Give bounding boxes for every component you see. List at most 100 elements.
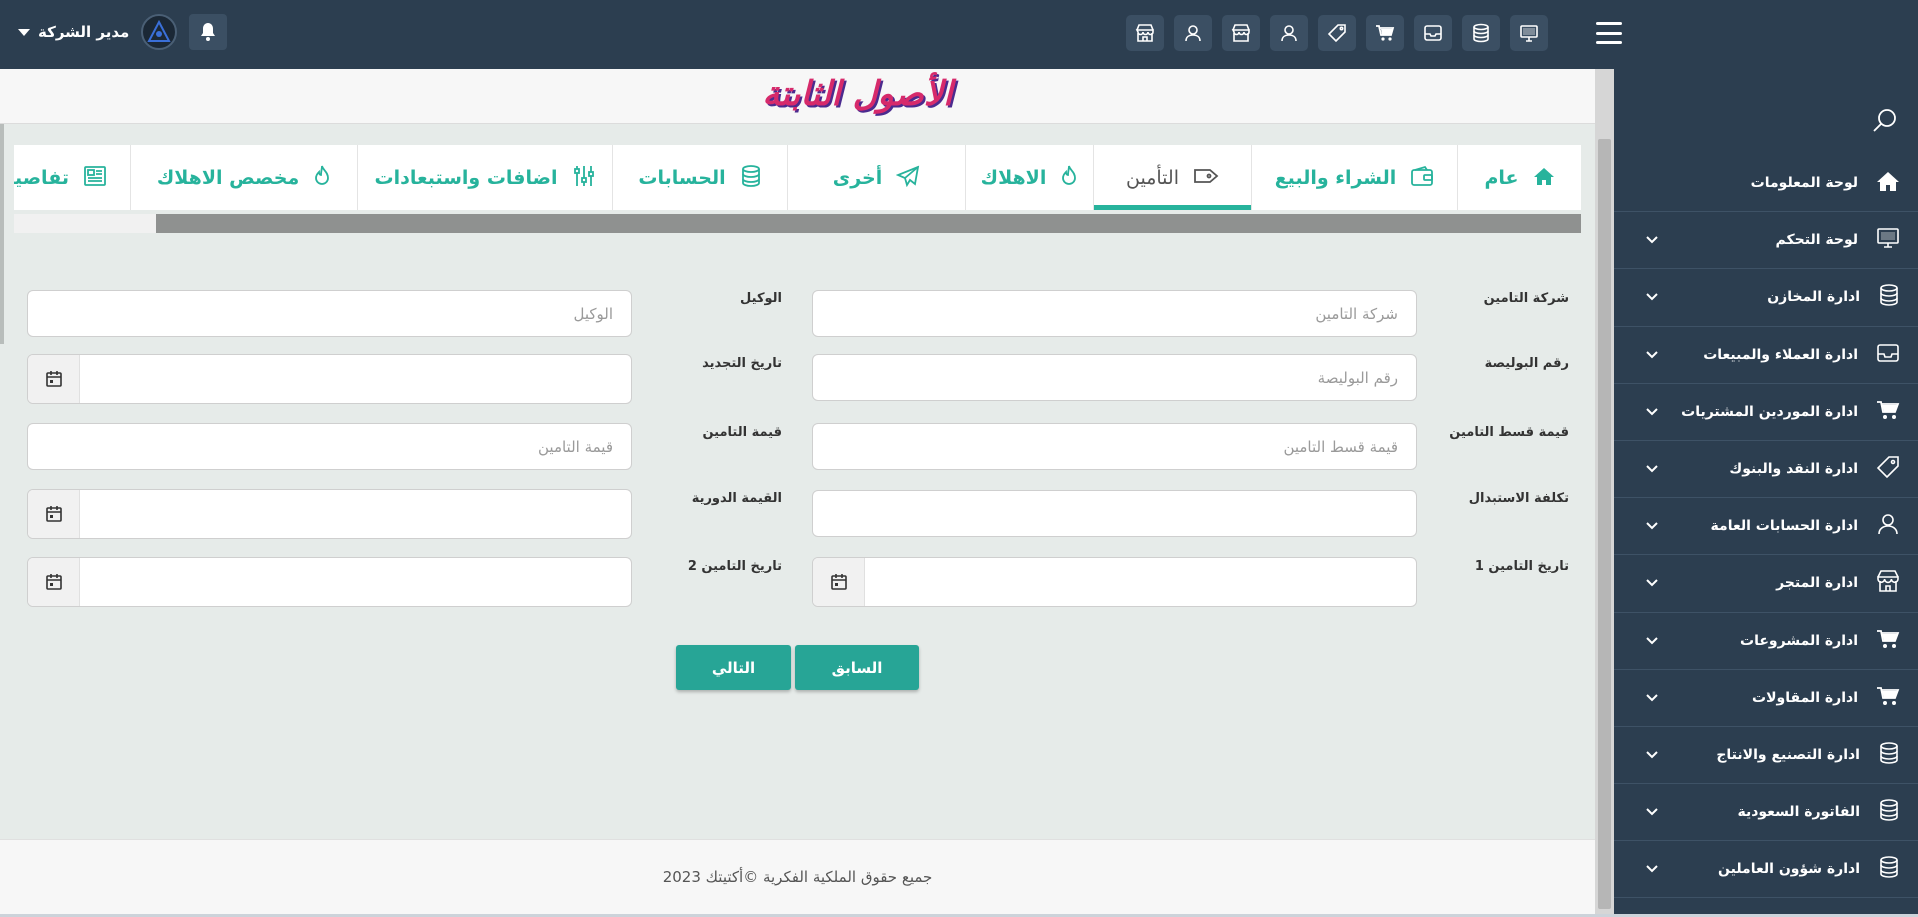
- content-scrollbar-thumb[interactable]: [1598, 139, 1611, 909]
- search-icon[interactable]: [1872, 107, 1898, 137]
- monitor-icon: [1876, 227, 1900, 253]
- content-scrollbar[interactable]: [1595, 69, 1614, 917]
- replacement-cost-input[interactable]: [812, 490, 1417, 537]
- monitor-icon[interactable]: [1510, 15, 1548, 51]
- sidebar: لوحة المعلومات لوحة التحكم ادارة المخازن…: [1614, 69, 1918, 917]
- database-icon: [1878, 855, 1900, 883]
- calendar-icon[interactable]: [28, 558, 80, 606]
- sidebar-item-label: ادارة الموردين المشتريات: [1681, 403, 1858, 420]
- tabs-scrollbar-thumb[interactable]: [156, 214, 1581, 233]
- sidebar-item-contracting[interactable]: ادارة المقاولات: [1614, 670, 1918, 727]
- tab-depreciation[interactable]: الاهلاك: [965, 145, 1093, 210]
- store-icon: [1876, 569, 1900, 597]
- next-button[interactable]: التالي: [676, 645, 791, 690]
- chevron-down-icon: [1644, 465, 1660, 473]
- user-menu[interactable]: مدير الشركة: [18, 23, 129, 41]
- renewal-date-input[interactable]: [80, 355, 631, 402]
- tag-icon: [1876, 455, 1900, 483]
- sidebar-item-general-accounts[interactable]: ادارة الحسابات العامة: [1614, 498, 1918, 556]
- renewal-date-field: [27, 354, 632, 404]
- insurance-company-input[interactable]: [812, 290, 1417, 337]
- tab-label: الحسابات: [638, 166, 726, 189]
- inbox-icon: [1876, 342, 1900, 368]
- chevron-down-icon: [1644, 579, 1660, 587]
- tab-other[interactable]: أخرى: [787, 145, 965, 210]
- home-icon: [1876, 170, 1900, 196]
- tab-insurance[interactable]: التأمين: [1093, 145, 1251, 210]
- sidebar-item-customers-sales[interactable]: ادارة العملاء والمبيعات: [1614, 327, 1918, 384]
- user-icon[interactable]: [1174, 15, 1212, 51]
- sidebar-item-store[interactable]: ادارة المتجر: [1614, 555, 1918, 613]
- inbox-icon[interactable]: [1414, 15, 1452, 51]
- cart-icon: [1876, 685, 1900, 711]
- cart-icon: [1876, 628, 1900, 654]
- insurance-value-label: قيمة التامين: [702, 425, 782, 440]
- send-icon: [895, 165, 920, 191]
- premium-value-input[interactable]: [812, 423, 1417, 470]
- tab-label: مخصص الاهلاك: [156, 166, 300, 189]
- chevron-down-icon: [1644, 865, 1660, 873]
- tab-accounts[interactable]: الحسابات: [612, 145, 787, 210]
- agent-input[interactable]: [27, 290, 632, 337]
- sidebar-item-label: لوحة التحكم: [1775, 232, 1858, 249]
- tab-label: اضافات واستبعادات: [374, 166, 558, 189]
- avatar[interactable]: [141, 14, 178, 50]
- sidebar-item-projects[interactable]: ادارة المشروعات: [1614, 613, 1918, 670]
- sidebar-item-label: ادارة النقد والبنوك: [1729, 461, 1858, 478]
- notifications-bell-icon[interactable]: [189, 14, 228, 50]
- tab-details[interactable]: تفاصيل: [14, 145, 130, 210]
- hamburger-menu-icon[interactable]: [1596, 22, 1622, 44]
- sidebar-item-hr[interactable]: ادارة شؤون العاملين: [1614, 841, 1918, 899]
- tab-depreciation-provision[interactable]: مخصص الاهلاك: [130, 145, 357, 210]
- store-icon[interactable]: [1126, 15, 1164, 51]
- cart-icon[interactable]: [1366, 15, 1404, 51]
- periodic-value-input[interactable]: [80, 490, 631, 537]
- user-icon[interactable]: [1270, 15, 1308, 51]
- tabs-scrollbar[interactable]: [14, 214, 1581, 233]
- chevron-down-icon: [1644, 236, 1660, 244]
- periodic-value-field: [27, 489, 632, 539]
- database-icon: [1878, 798, 1900, 826]
- database-icon: [1878, 283, 1900, 311]
- sidebar-item-label: ادارة العملاء والمبيعات: [1703, 346, 1858, 363]
- left-edge-handle: [0, 124, 4, 344]
- sidebar-item-saudi-invoice[interactable]: الفاتورة السعودية: [1614, 784, 1918, 842]
- sidebar-item-cash-banks[interactable]: ادارة النقد والبنوك: [1614, 441, 1918, 499]
- tab-label: التأمين: [1126, 166, 1179, 189]
- chevron-down-icon: [1644, 350, 1660, 359]
- insurance-date-1-field: [812, 557, 1417, 607]
- user-area: مدير الشركة: [18, 14, 228, 50]
- insurance-value-input[interactable]: [27, 423, 632, 470]
- tab-label: الاهلاك: [980, 166, 1047, 189]
- tab-purchase-sale[interactable]: الشراء والبيع: [1251, 145, 1457, 210]
- sidebar-item-dashboard[interactable]: لوحة المعلومات: [1614, 155, 1918, 213]
- insurance-date-2-input[interactable]: [80, 558, 631, 605]
- sidebar-item-suppliers-purchases[interactable]: ادارة الموردين المشتريات: [1614, 384, 1918, 441]
- chevron-down-icon: [1644, 694, 1660, 702]
- tag-icon[interactable]: [1318, 15, 1356, 51]
- insurance-date-1-input[interactable]: [865, 558, 1416, 605]
- sidebar-item-control-panel[interactable]: لوحة التحكم: [1614, 212, 1918, 270]
- page-title: الأصول الثابتة: [762, 74, 953, 114]
- calendar-icon[interactable]: [28, 490, 80, 538]
- sidebar-item-manufacturing[interactable]: ادارة التصنيع والانتاج: [1614, 727, 1918, 785]
- database-icon[interactable]: [1462, 15, 1500, 51]
- sidebar-item-warehouses[interactable]: ادارة المخازن: [1614, 269, 1918, 327]
- cart-icon: [1876, 399, 1900, 425]
- previous-button[interactable]: السابق: [795, 645, 919, 690]
- calendar-icon[interactable]: [28, 355, 80, 403]
- calendar-icon[interactable]: [813, 558, 865, 606]
- store-icon[interactable]: [1222, 15, 1260, 51]
- replacement-cost-label: تكلفة الاستبدال: [1468, 491, 1569, 506]
- sidebar-item-label: لوحة المعلومات: [1750, 175, 1858, 192]
- policy-number-input[interactable]: [812, 354, 1417, 401]
- chevron-down-icon: [1644, 522, 1660, 530]
- wallet-icon: [1410, 165, 1434, 191]
- tab-additions-disposals[interactable]: اضافات واستبعادات: [357, 145, 612, 210]
- insurance-date-2-label: تاريخ التامين 2: [687, 559, 782, 574]
- tab-general[interactable]: عام: [1457, 145, 1581, 210]
- insurance-date-2-field: [27, 557, 632, 607]
- user-icon: [1876, 512, 1900, 540]
- sidebar-item-label: ادارة شؤون العاملين: [1718, 861, 1860, 878]
- asset-tabs: عام الشراء والبيع التأمين الاهلاك أخرى ا…: [14, 145, 1581, 210]
